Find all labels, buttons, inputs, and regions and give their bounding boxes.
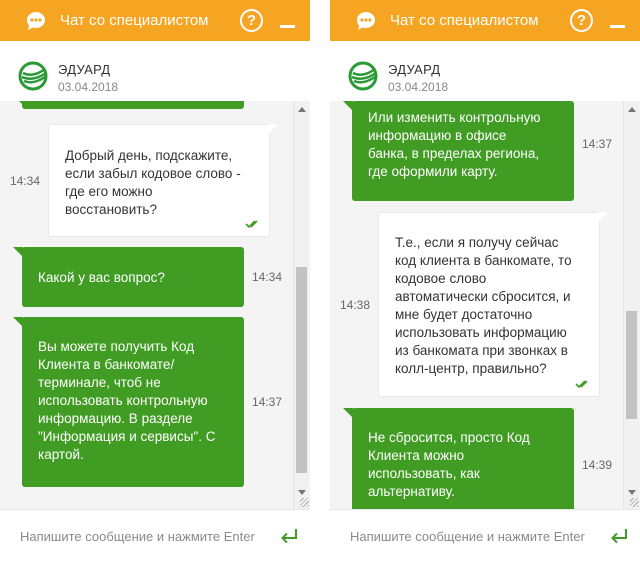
help-icon[interactable]: ? (240, 9, 263, 32)
enter-arrow-icon[interactable] (610, 528, 628, 544)
message-time: 14:38 (340, 298, 371, 312)
message-time: 14:34 (252, 270, 283, 284)
input-bar (330, 509, 640, 562)
message-time: 14:34 (10, 174, 41, 188)
double-check-icon (575, 380, 588, 389)
agent-message: Какой у вас вопрос? (13, 247, 244, 307)
scroll-down-icon[interactable] (298, 490, 306, 495)
agent-date: 03.04.2018 (388, 80, 449, 94)
sberbank-logo (18, 61, 48, 91)
agent-message: Или изменить контрольную информацию в оф… (343, 101, 574, 201)
scroll-up-icon[interactable] (628, 107, 636, 112)
input-bar (0, 509, 310, 562)
resize-grip-icon[interactable] (300, 498, 309, 507)
message-text: Вы можете получить Код Клиента в банкома… (38, 339, 216, 462)
message-list: Или изменить контрольную информацию в оф… (330, 101, 640, 509)
agent-date: 03.04.2018 (58, 80, 119, 94)
agent-name: ЭДУАРД (58, 62, 111, 77)
chat-header: Чат со специалистом ? (330, 0, 640, 41)
message-time: 14:37 (582, 137, 613, 151)
chat-window-right: Чат со специалистом ? ЭДУАРД 03.04.2018 … (330, 0, 640, 562)
help-icon[interactable]: ? (570, 9, 593, 32)
agent-message: Не сбросится, просто Код Клиента можно и… (343, 408, 574, 509)
message-input[interactable] (342, 520, 592, 552)
scrollbar[interactable] (293, 101, 309, 509)
minimize-icon[interactable] (610, 25, 625, 28)
user-message: Добрый день, подскажите, если забыл кодо… (48, 124, 278, 237)
agent-info: ЭДУАРД 03.04.2018 (330, 41, 640, 101)
agent-name: ЭДУАРД (388, 62, 441, 77)
message-text: Т.е., если я получу сейчас код клиента в… (395, 235, 572, 376)
message-text: Не сбросится, просто Код Клиента можно и… (368, 430, 530, 499)
agent-message: Вы можете получить Код Клиента в банкома… (13, 317, 244, 487)
sberbank-logo (348, 61, 378, 91)
chat-title: Чат со специалистом (60, 12, 209, 29)
chat-window-left: Чат со специалистом ? ЭДУАРД 03.04.2018 … (0, 0, 310, 562)
scroll-up-icon[interactable] (298, 107, 306, 112)
chat-header: Чат со специалистом ? (0, 0, 310, 41)
message-text: Добрый день, подскажите, если забыл кодо… (65, 148, 241, 217)
message-time: 14:39 (582, 458, 613, 472)
user-message: Т.е., если я получу сейчас код клиента в… (378, 212, 608, 397)
message-input[interactable] (12, 520, 262, 552)
agent-info: ЭДУАРД 03.04.2018 (0, 41, 310, 101)
chat-title: Чат со специалистом (390, 12, 539, 29)
double-check-icon (245, 220, 258, 229)
message-list: Добрый день, подскажите, если забыл кодо… (0, 101, 310, 509)
message-text: Или изменить контрольную информацию в оф… (368, 110, 541, 179)
chat-bubble-icon (27, 12, 45, 30)
message-partial (13, 101, 244, 109)
chat-bubble-icon (357, 12, 375, 30)
resize-grip-icon[interactable] (630, 498, 639, 507)
message-time: 14:37 (252, 395, 283, 409)
message-text: Какой у вас вопрос? (38, 270, 165, 285)
scrollbar[interactable] (623, 101, 639, 509)
scroll-thumb[interactable] (626, 311, 637, 419)
minimize-icon[interactable] (280, 25, 295, 28)
enter-arrow-icon[interactable] (280, 528, 298, 544)
scroll-thumb[interactable] (296, 267, 307, 473)
scroll-down-icon[interactable] (628, 490, 636, 495)
